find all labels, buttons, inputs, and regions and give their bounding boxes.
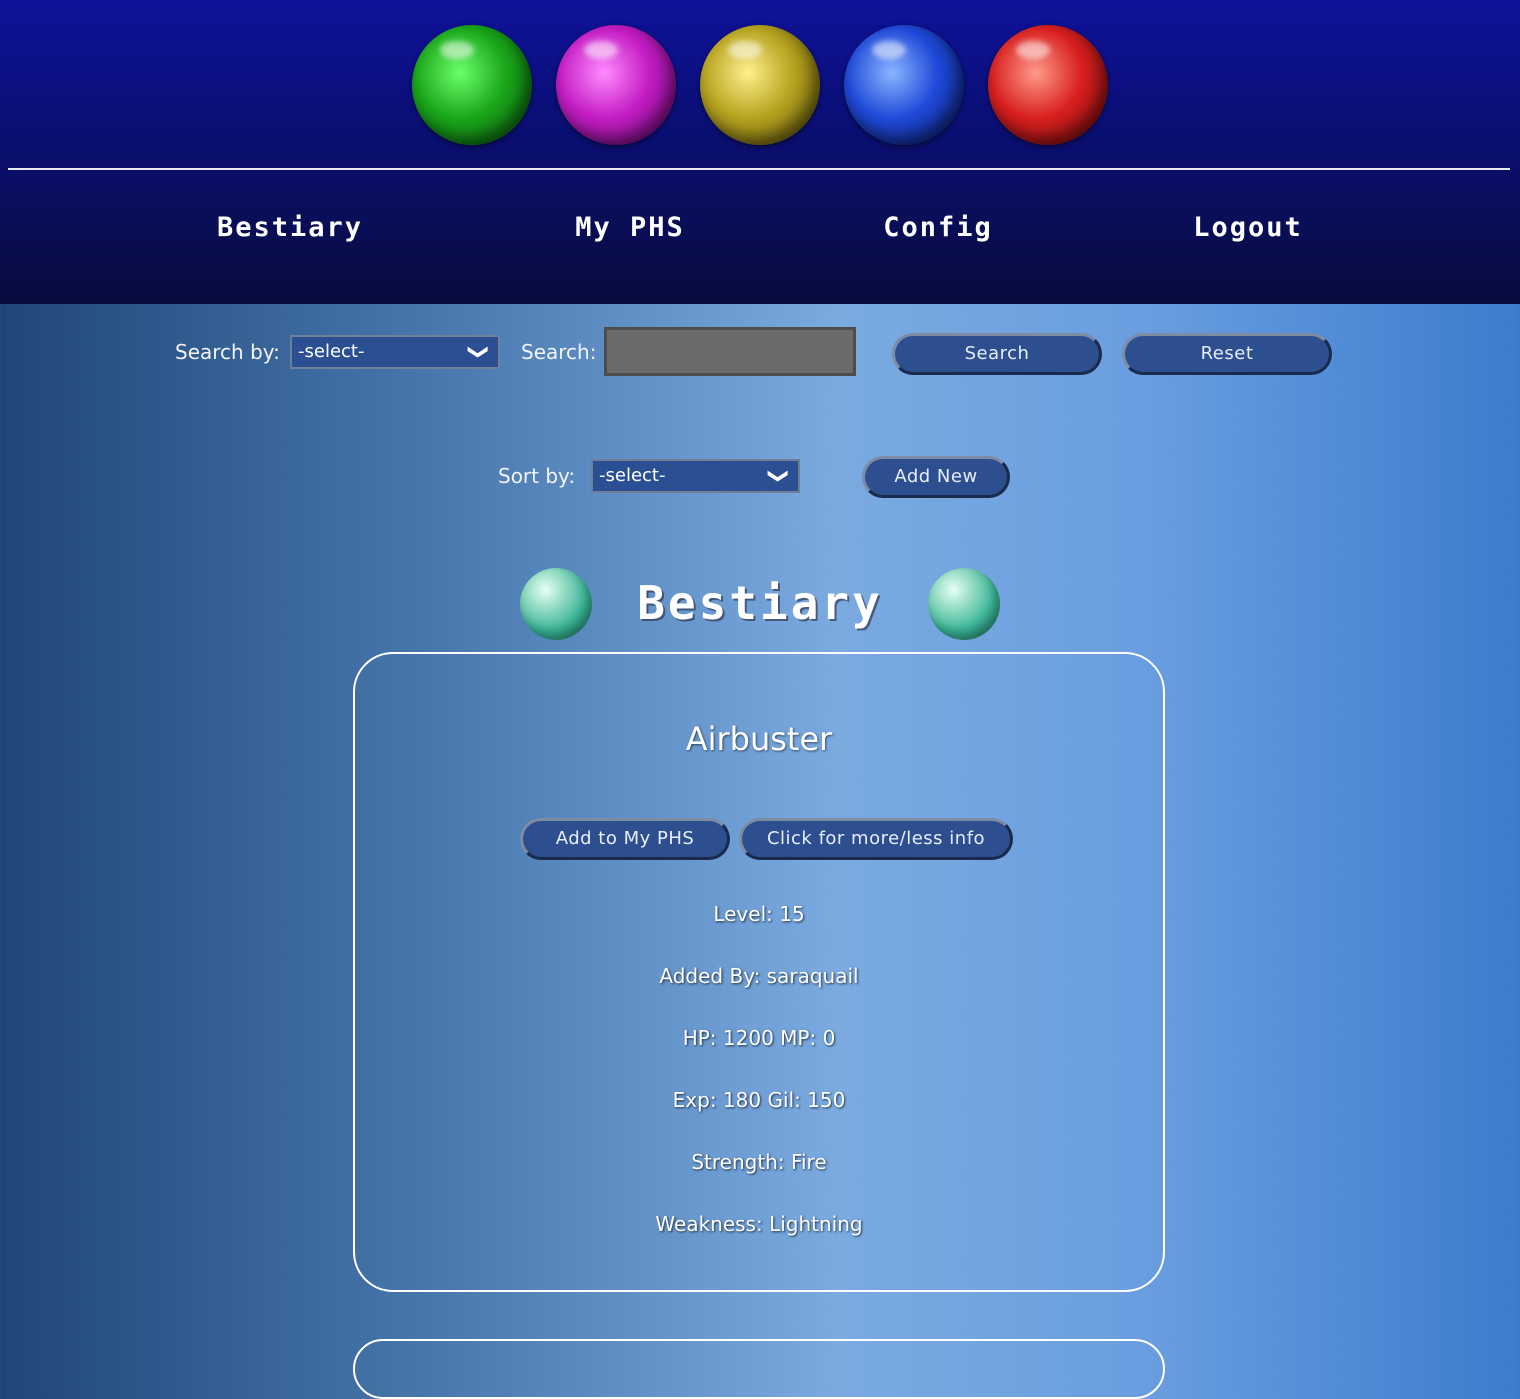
monster-card: Airbuster Add to My PHS Click for more/l… <box>353 652 1165 1292</box>
sort-by-select[interactable]: -select- ❯ <box>591 459 800 493</box>
nav-my-phs[interactable]: My PHS <box>530 208 730 248</box>
nav-logout[interactable]: Logout <box>1148 208 1348 248</box>
more-info-button[interactable]: Click for more/less info <box>739 818 1013 860</box>
nav-bestiary[interactable]: Bestiary <box>190 208 390 248</box>
search-by-label: Search by: <box>175 340 280 364</box>
green-orb-icon <box>412 25 532 145</box>
stat-added-by: Added By: saraquail <box>659 964 859 988</box>
search-label: Search: <box>521 340 597 364</box>
header-divider <box>8 168 1510 170</box>
stat-strength: Strength: Fire <box>691 1150 827 1174</box>
search-by-value: -select- <box>298 341 365 362</box>
stat-exp-gil: Exp: 180 Gil: 150 <box>672 1088 846 1112</box>
reset-button[interactable]: Reset <box>1122 333 1332 375</box>
red-orb-icon <box>988 25 1108 145</box>
nav-config[interactable]: Config <box>838 208 1038 248</box>
add-to-my-phs-button[interactable]: Add to My PHS <box>520 818 730 860</box>
search-input[interactable] <box>604 327 856 376</box>
teal-orb-icon <box>520 568 592 640</box>
stat-hp-mp: HP: 1200 MP: 0 <box>682 1026 836 1050</box>
blue-orb-icon <box>844 25 964 145</box>
magenta-orb-icon <box>556 25 676 145</box>
sort-by-label: Sort by: <box>498 464 576 488</box>
page-title: Bestiary <box>637 576 883 630</box>
teal-orb-icon <box>928 568 1000 640</box>
search-by-select[interactable]: -select- ❯ <box>290 335 500 369</box>
stat-level: Level: 15 <box>713 902 805 926</box>
page-title-block: Bestiary <box>518 566 1002 642</box>
sort-by-value: -select- <box>599 465 666 486</box>
yellow-orb-icon <box>700 25 820 145</box>
monster-name: Airbuster <box>685 720 833 758</box>
stat-weakness: Weakness: Lightning <box>655 1212 863 1236</box>
monster-card <box>353 1339 1165 1399</box>
chevron-down-icon: ❯ <box>467 343 492 361</box>
search-button[interactable]: Search <box>892 333 1102 375</box>
chevron-down-icon: ❯ <box>767 467 792 485</box>
orb-banner <box>0 25 1520 147</box>
add-new-button[interactable]: Add New <box>862 456 1010 498</box>
site-header: Bestiary My PHS Config Logout <box>0 0 1520 304</box>
